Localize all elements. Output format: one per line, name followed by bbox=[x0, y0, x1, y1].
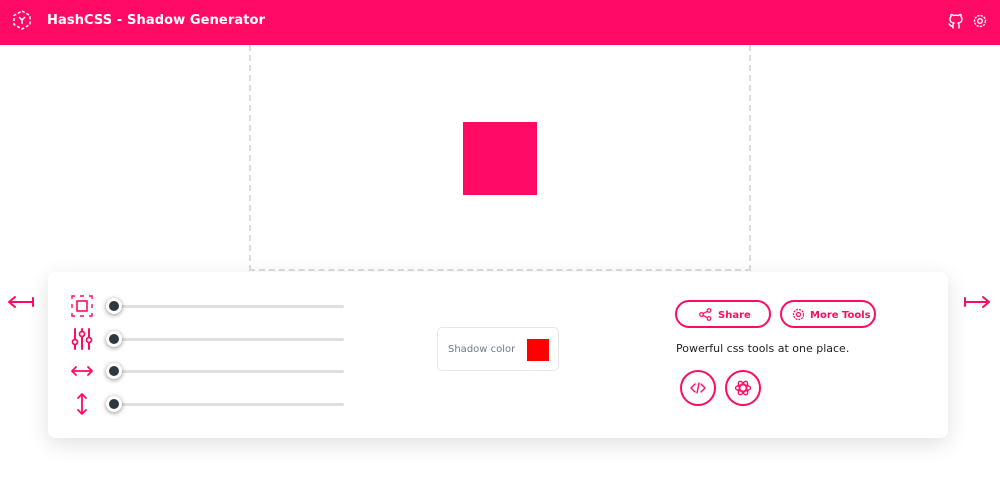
code-button[interactable] bbox=[680, 370, 716, 406]
shadow-color-label: Shadow color bbox=[448, 344, 516, 355]
controls-panel: Shadow color Share More Tools Powerful c… bbox=[48, 272, 948, 438]
top-bar: HashCSS - Shadow Generator bbox=[0, 0, 1000, 45]
tagline: Powerful css tools at one place. bbox=[676, 342, 850, 355]
arrow-right-icon[interactable] bbox=[963, 292, 991, 312]
slider-thumb[interactable] bbox=[106, 396, 122, 412]
spread-slider[interactable] bbox=[70, 294, 344, 318]
blur-slider[interactable] bbox=[70, 327, 344, 351]
share-label: Share bbox=[718, 310, 751, 321]
shadow-color-swatch[interactable] bbox=[527, 339, 549, 361]
openai-icon bbox=[734, 380, 752, 396]
vertical-offset-icon bbox=[77, 393, 87, 415]
gear-icon[interactable] bbox=[972, 13, 988, 29]
hex-logo-icon[interactable] bbox=[12, 10, 32, 30]
preview-area bbox=[249, 45, 751, 271]
slider-track[interactable] bbox=[114, 403, 344, 406]
code-icon bbox=[690, 382, 706, 394]
blur-sliders-icon bbox=[71, 328, 93, 350]
openai-button[interactable] bbox=[725, 370, 761, 406]
arrow-left-icon[interactable] bbox=[7, 292, 35, 312]
target-icon bbox=[792, 308, 805, 321]
shadow-color-picker[interactable]: Shadow color bbox=[437, 327, 559, 371]
github-icon[interactable] bbox=[948, 13, 964, 29]
share-icon bbox=[699, 308, 712, 321]
share-button[interactable]: Share bbox=[675, 300, 771, 328]
slider-track[interactable] bbox=[114, 305, 344, 308]
horizontal-offset-icon bbox=[71, 366, 93, 376]
slider-thumb[interactable] bbox=[106, 331, 122, 347]
more-tools-label: More Tools bbox=[810, 310, 871, 321]
slider-track[interactable] bbox=[114, 338, 344, 341]
horizontal-offset-slider[interactable] bbox=[70, 359, 344, 383]
spread-icon bbox=[71, 295, 93, 317]
slider-thumb[interactable] bbox=[106, 363, 122, 379]
vertical-offset-slider[interactable] bbox=[70, 392, 344, 416]
slider-track[interactable] bbox=[114, 370, 344, 373]
preview-box bbox=[463, 122, 537, 195]
slider-thumb[interactable] bbox=[106, 298, 122, 314]
app-title: HashCSS - Shadow Generator bbox=[47, 13, 266, 28]
more-tools-button[interactable]: More Tools bbox=[780, 300, 876, 328]
